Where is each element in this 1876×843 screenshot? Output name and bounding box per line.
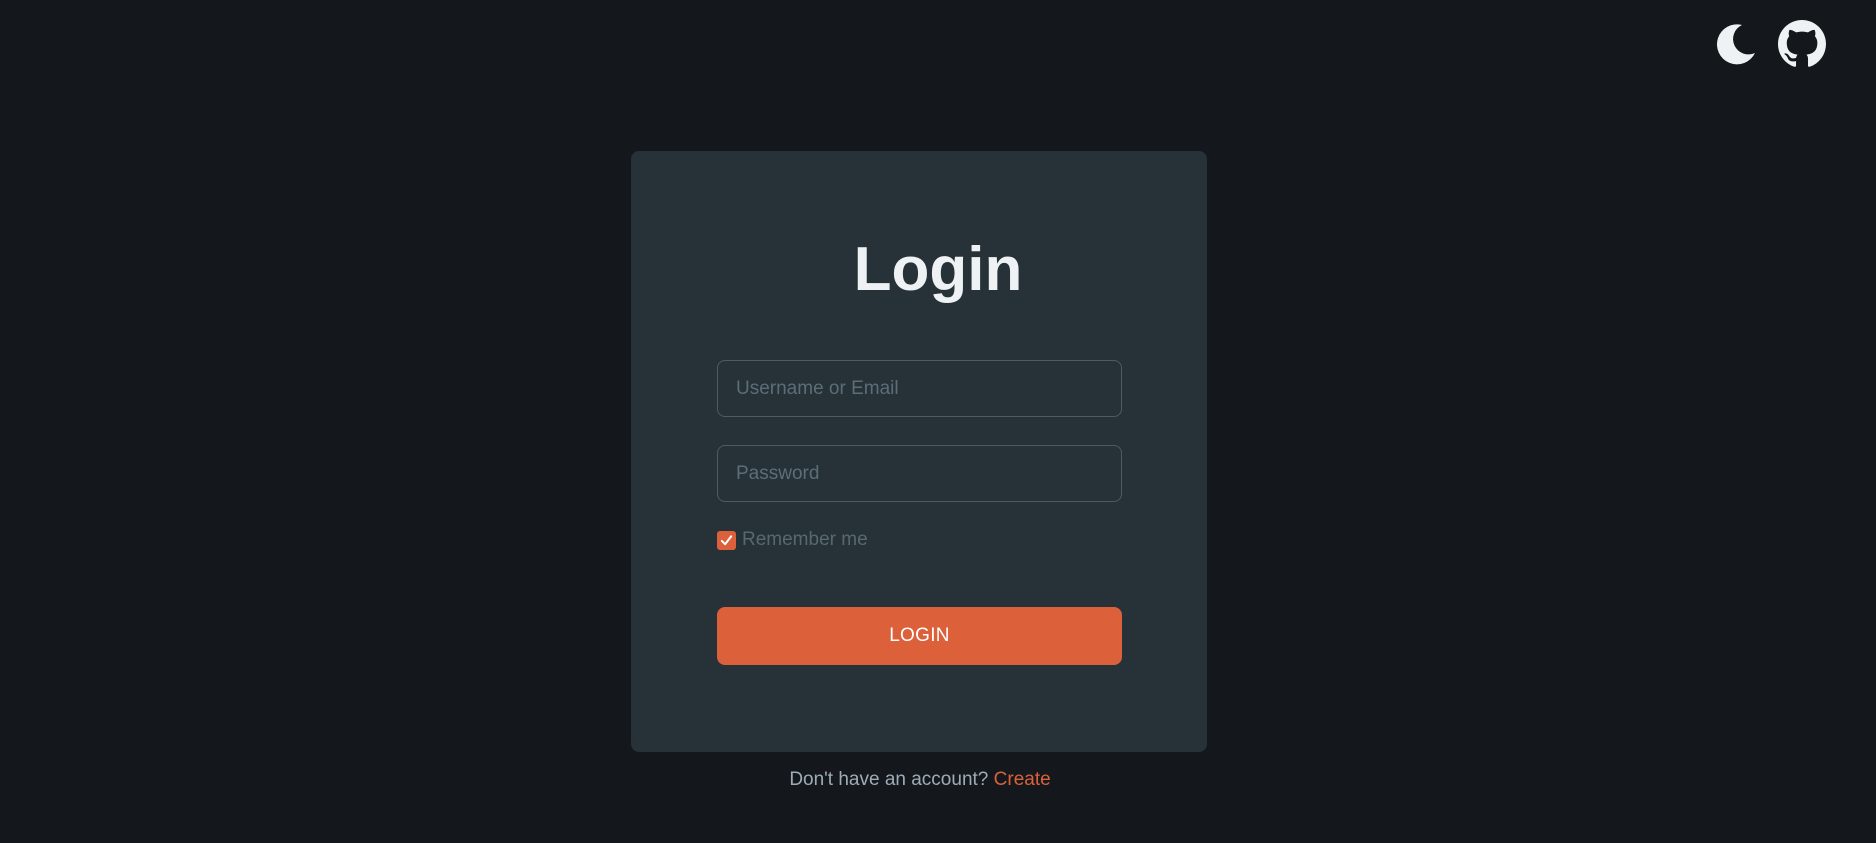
remember-me-option[interactable]: Remember me: [717, 529, 868, 551]
theme-toggle-button[interactable]: [1712, 20, 1760, 68]
top-icons: [1712, 20, 1826, 68]
login-button[interactable]: LOGIN: [717, 607, 1122, 665]
page-title: Login: [853, 235, 1023, 304]
signup-prompt: Don't have an account? Create: [0, 769, 1840, 791]
create-account-link[interactable]: Create: [994, 769, 1051, 790]
remember-me-checkbox[interactable]: [717, 530, 736, 550]
signup-prompt-text: Don't have an account?: [789, 769, 989, 790]
remember-me-label: Remember me: [742, 529, 868, 550]
password-input[interactable]: [717, 445, 1122, 502]
github-icon: [1778, 20, 1826, 67]
username-input[interactable]: [717, 360, 1122, 417]
checkmark-icon: [720, 534, 733, 545]
github-link[interactable]: [1778, 20, 1826, 68]
moon-icon: [1716, 24, 1755, 65]
